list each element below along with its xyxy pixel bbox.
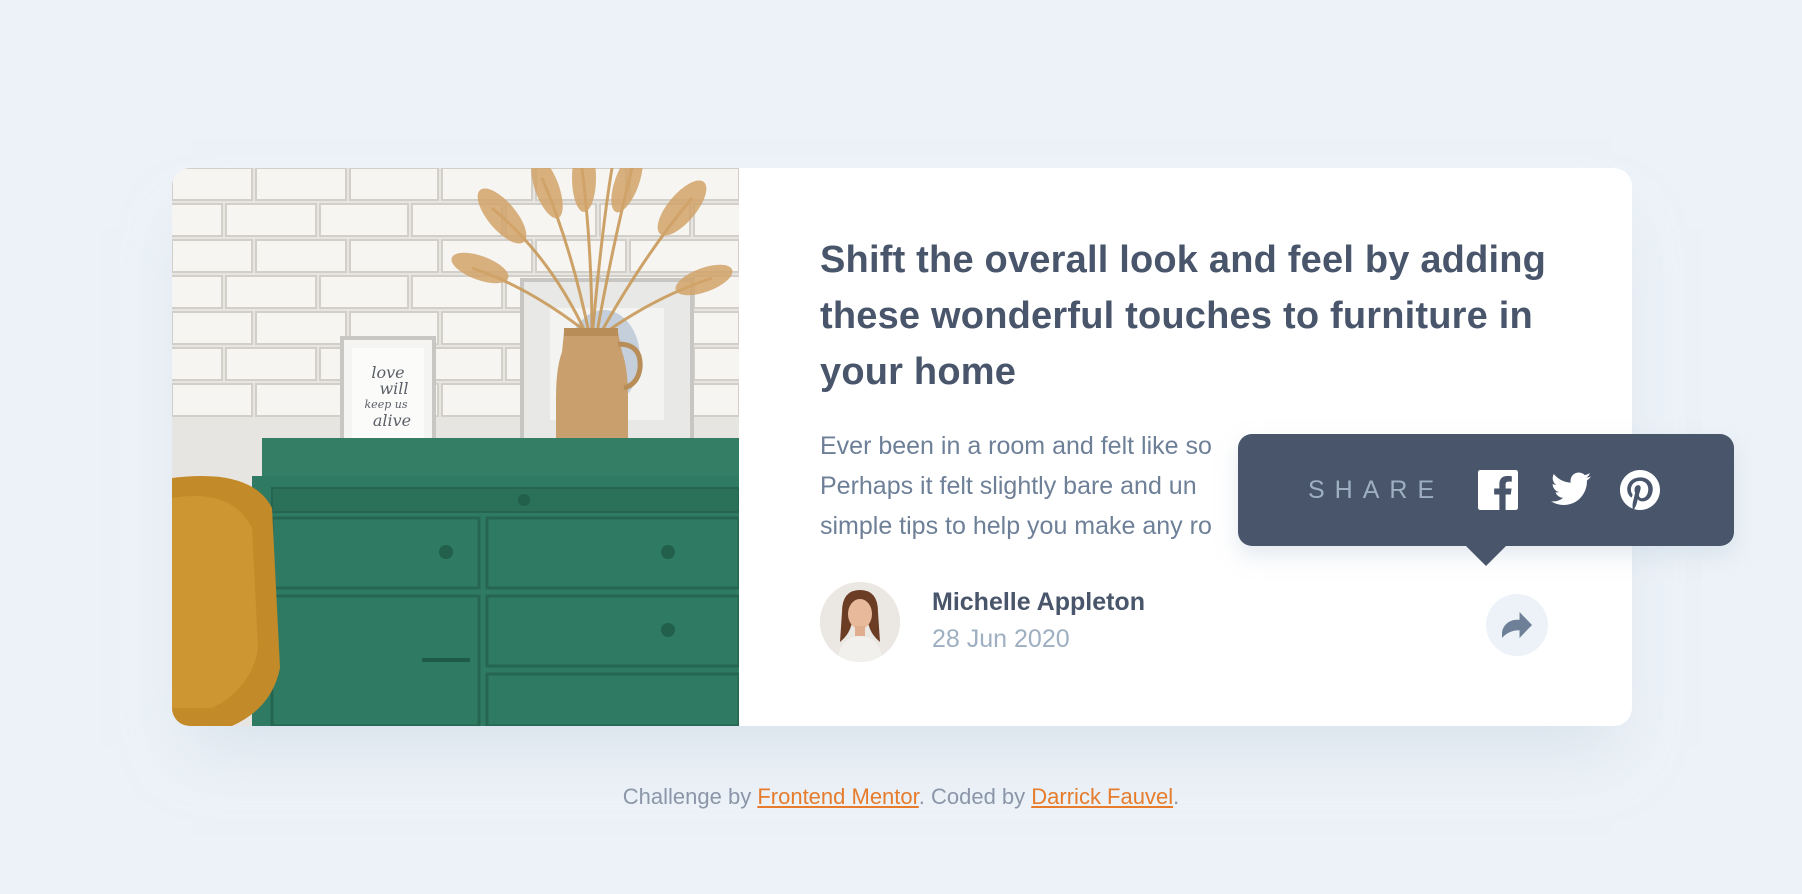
attribution: Challenge by Frontend Mentor. Coded by D… bbox=[0, 784, 1802, 810]
avatar bbox=[820, 582, 900, 662]
share-button[interactable] bbox=[1486, 594, 1548, 656]
author-info: Michelle Appleton 28 Jun 2020 bbox=[820, 582, 1145, 662]
svg-text:will: will bbox=[379, 379, 408, 398]
article-card: love will keep us alive Shift the overal… bbox=[172, 168, 1734, 726]
frontend-mentor-link[interactable]: Frontend Mentor bbox=[757, 784, 918, 809]
post-date: 28 Jun 2020 bbox=[932, 625, 1070, 653]
author-link[interactable]: Darrick Fauvel bbox=[1031, 784, 1173, 809]
share-arrow-icon bbox=[1502, 612, 1532, 638]
share-label: SHARE bbox=[1308, 476, 1445, 504]
share-tooltip: SHARE bbox=[1238, 434, 1734, 566]
twitter-icon[interactable] bbox=[1550, 472, 1592, 511]
pinterest-icon[interactable] bbox=[1620, 470, 1660, 515]
author-name: Michelle Appleton bbox=[932, 588, 1145, 616]
article-image: love will keep us alive bbox=[172, 168, 739, 726]
attribution-middle: . Coded by bbox=[918, 784, 1032, 809]
attribution-prefix: Challenge by bbox=[622, 784, 758, 809]
svg-text:alive: alive bbox=[373, 411, 411, 430]
facebook-icon[interactable] bbox=[1478, 470, 1518, 515]
article-title: Shift the overall look and feel by addin… bbox=[820, 239, 1547, 393]
author-meta: Michelle Appleton 28 Jun 2020 bbox=[932, 585, 1145, 659]
svg-text:keep us: keep us bbox=[365, 398, 408, 411]
attribution-suffix: . bbox=[1173, 784, 1180, 809]
